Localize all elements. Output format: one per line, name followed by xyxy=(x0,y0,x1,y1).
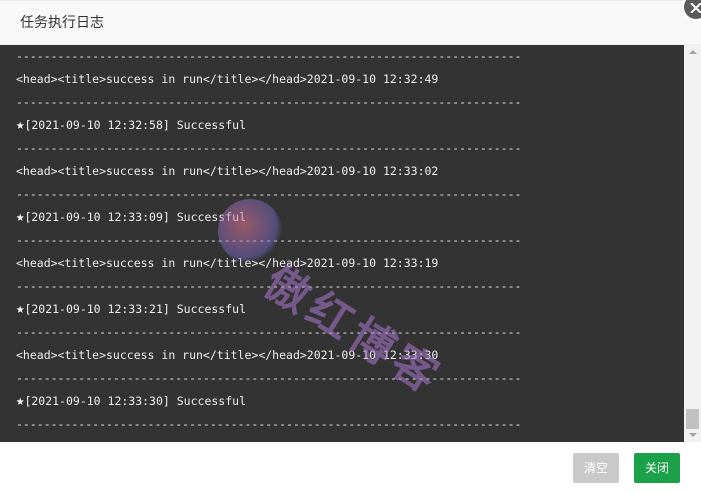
log-text: ----------------------------------------… xyxy=(16,279,522,293)
close-icon xyxy=(690,3,701,13)
log-entry: ★[2021-09-10 12:33:09] Successful xyxy=(16,206,676,229)
log-separator: ----------------------------------------… xyxy=(16,91,676,114)
log-text: <head><title>success in run</title></hea… xyxy=(16,256,439,270)
log-entry: ★[2021-09-10 12:33:30] Successful xyxy=(16,390,676,413)
log-entry: <head><title>success in run</title></hea… xyxy=(16,344,676,367)
log-text: ----------------------------------------… xyxy=(16,417,522,431)
log-text: [2021-09-10 12:32:58] Successful xyxy=(24,118,246,132)
log-separator: ----------------------------------------… xyxy=(16,45,676,68)
scroll-up-arrow-icon[interactable] xyxy=(684,45,701,59)
log-entry: <head><title>success in run</title></hea… xyxy=(16,252,676,275)
log-separator: ----------------------------------------… xyxy=(16,367,676,390)
log-text: <head><title>success in run</title></hea… xyxy=(16,72,439,86)
log-output[interactable]: ----------------------------------------… xyxy=(0,45,701,442)
scroll-down-arrow-icon[interactable] xyxy=(684,428,701,442)
log-separator: ----------------------------------------… xyxy=(16,183,676,206)
log-entry: <head><title>success in run</title></hea… xyxy=(16,68,676,91)
log-text: ----------------------------------------… xyxy=(16,49,522,63)
dialog-header: 任务执行日志 xyxy=(0,1,701,45)
log-separator: ----------------------------------------… xyxy=(16,275,676,298)
log-text: ----------------------------------------… xyxy=(16,187,522,201)
log-entry: ★[2021-09-10 12:32:58] Successful xyxy=(16,114,676,137)
log-separator: ----------------------------------------… xyxy=(16,413,676,436)
close-button[interactable]: 关闭 xyxy=(634,453,680,483)
log-entry: <head><title>success in run</title></hea… xyxy=(16,160,676,183)
clear-button[interactable]: 清空 xyxy=(573,453,619,483)
log-text: ----------------------------------------… xyxy=(16,233,522,247)
task-log-dialog: 任务执行日志 ---------------------------------… xyxy=(0,0,701,492)
scroll-thumb[interactable] xyxy=(686,409,699,429)
log-text: ----------------------------------------… xyxy=(16,325,522,339)
log-text: ----------------------------------------… xyxy=(16,95,522,109)
log-text: [2021-09-10 12:33:09] Successful xyxy=(24,210,246,224)
log-text: <head><title>success in run</title></hea… xyxy=(16,164,439,178)
log-scrollbar[interactable] xyxy=(684,45,701,442)
log-separator: ----------------------------------------… xyxy=(16,229,676,252)
log-text: [2021-09-10 12:33:21] Successful xyxy=(24,302,246,316)
log-text: <head><title>success in run</title></hea… xyxy=(16,348,439,362)
log-text: [2021-09-10 12:33:30] Successful xyxy=(24,394,246,408)
log-text: ----------------------------------------… xyxy=(16,141,522,155)
log-separator: ----------------------------------------… xyxy=(16,321,676,344)
dialog-title: 任务执行日志 xyxy=(20,15,104,31)
log-separator: ----------------------------------------… xyxy=(16,137,676,160)
log-lines: ----------------------------------------… xyxy=(16,45,676,436)
log-entry: ★[2021-09-10 12:33:21] Successful xyxy=(16,298,676,321)
log-text: ----------------------------------------… xyxy=(16,371,522,385)
dialog-footer: 清空 关闭 xyxy=(0,442,701,492)
